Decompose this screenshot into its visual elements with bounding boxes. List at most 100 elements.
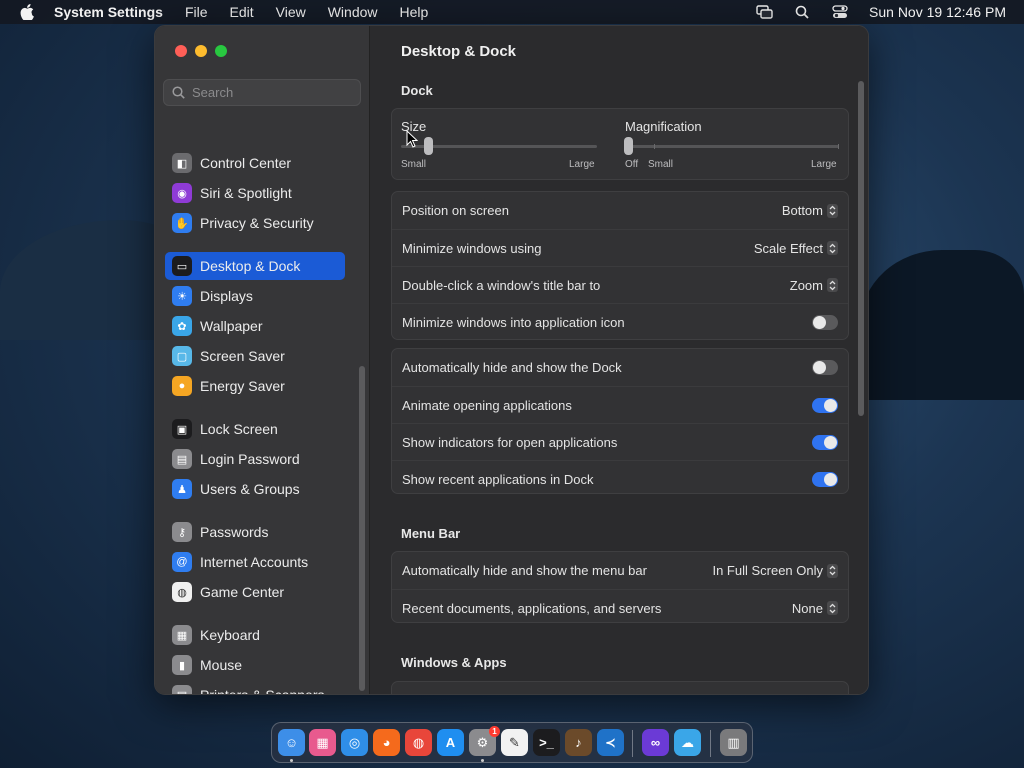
sidebar-item-label: Control Center: [200, 155, 292, 171]
screen-mirroring-icon[interactable]: [755, 4, 773, 20]
sidebar-item-keyboard[interactable]: ▦ Keyboard: [165, 621, 345, 649]
popup-value: Zoom: [789, 277, 823, 293]
sidebar-item-displays[interactable]: ☀ Displays: [165, 282, 345, 310]
magnification-tick: [654, 144, 655, 149]
chevron-up-down-icon: [827, 203, 838, 218]
setting-label: Position on screen: [402, 203, 509, 218]
setting-row: Show indicators for open applications: [392, 423, 848, 460]
sidebar-item-internet-accounts[interactable]: @ Internet Accounts: [165, 548, 345, 576]
search-input[interactable]: [192, 85, 352, 100]
sidebar-item-label: Printers & Scanners: [200, 687, 325, 695]
popup-button[interactable]: Bottom: [782, 203, 838, 218]
menu-file[interactable]: File: [185, 4, 208, 20]
chevron-up-down-icon: [827, 601, 838, 615]
sidebar-item-label: Privacy & Security: [200, 215, 314, 231]
sidebar-item-passwords[interactable]: ⚷ Passwords: [165, 518, 345, 546]
chevron-up-down-icon: [827, 563, 838, 578]
popup-button[interactable]: None: [792, 601, 838, 616]
magnification-slider-track[interactable]: [625, 145, 839, 148]
dock-app-cloudmounter-icon[interactable]: ☁: [674, 729, 701, 756]
spotlight-search-icon[interactable]: [793, 4, 811, 20]
menu-help[interactable]: Help: [400, 4, 429, 20]
magnification-off-label: Off: [625, 159, 639, 170]
dock-app-launchpad-icon[interactable]: ▦: [309, 729, 336, 756]
toggle-switch[interactable]: [812, 471, 838, 487]
setting-label: Show recent applications in Dock: [402, 471, 594, 487]
menu-window[interactable]: Window: [328, 4, 378, 20]
dock-app-textedit-icon[interactable]: ✎: [501, 729, 528, 756]
setting-row: Position on screen Bottom: [392, 192, 848, 229]
dock-app-vs-code-icon[interactable]: ≺: [597, 729, 624, 756]
popup-button[interactable]: Zoom: [790, 278, 838, 293]
dock-app-terminal-icon[interactable]: >_: [533, 729, 560, 756]
dock: ☺ ▦ ◎ ◕ ◍ A ⚙ 1 ✎ >_ ♪ ≺ ∞ ☁ ▥: [271, 722, 753, 763]
flower-icon: ✿: [172, 316, 192, 336]
toggle-switch[interactable]: [812, 434, 838, 450]
size-min-label: Small: [401, 159, 427, 170]
magnification-tick: [838, 144, 839, 149]
main-scrollbar[interactable]: [858, 81, 864, 416]
sidebar-item-label: Users & Groups: [200, 481, 300, 497]
dock-app-finder-icon[interactable]: ☺: [278, 729, 305, 756]
sidebar-item-wallpaper[interactable]: ✿ Wallpaper: [165, 312, 345, 340]
size-slider-knob[interactable]: [424, 137, 433, 155]
sidebar-item-privacy-security[interactable]: ✋ Privacy & Security: [165, 209, 345, 237]
sidebar-item-lock-screen[interactable]: ▣ Lock Screen: [165, 415, 345, 443]
popup-button[interactable]: Scale Effect: [754, 241, 838, 256]
printer-icon: ▤: [172, 685, 192, 694]
dock-app-app-store-icon[interactable]: A: [437, 729, 464, 756]
sidebar-item-label: Login Password: [200, 451, 300, 467]
menu-bar-clock[interactable]: Sun Nov 19 12:46 PM: [869, 4, 1006, 20]
dock-app-visual-studio-icon[interactable]: ∞: [642, 729, 669, 756]
dock-app-safari-icon[interactable]: ◎: [341, 729, 368, 756]
sidebar-item-control-center[interactable]: ◧ Control Center: [165, 149, 345, 177]
close-window-button[interactable]: [175, 45, 187, 57]
running-indicator: [481, 759, 484, 762]
sidebar-item-label: Keyboard: [200, 627, 260, 643]
sidebar-item-users-groups[interactable]: ♟ Users & Groups: [165, 475, 345, 503]
dock-app-trash-icon[interactable]: ▥: [720, 729, 747, 756]
sidebar-item-label: Siri & Spotlight: [200, 185, 292, 201]
popup-button[interactable]: In Full Screen Only: [712, 563, 838, 578]
sidebar-scrollbar[interactable]: [359, 366, 365, 691]
app-name-menu[interactable]: System Settings: [54, 4, 163, 20]
magnification-label: Magnification: [625, 119, 702, 134]
sidebar-item-siri-spotlight[interactable]: ◉ Siri & Spotlight: [165, 179, 345, 207]
minimize-window-button[interactable]: [195, 45, 207, 57]
sidebar-item-game-center[interactable]: ◍ Game Center: [165, 578, 345, 606]
dock-app-firefox-icon[interactable]: ◕: [373, 729, 400, 756]
dock-app-chrome-icon[interactable]: ◍: [405, 729, 432, 756]
notification-badge: 1: [489, 726, 500, 737]
sidebar-item-login-password[interactable]: ▤ Login Password: [165, 445, 345, 473]
sidebar-item-energy-saver[interactable]: ● Energy Saver: [165, 372, 345, 400]
control-center-icon: ◧: [172, 153, 192, 173]
toggle-switch[interactable]: [812, 360, 838, 375]
toggle-switch[interactable]: [812, 314, 838, 330]
setting-row: Recent documents, applications, and serv…: [392, 589, 848, 626]
popup-value: In Full Screen Only: [712, 563, 823, 578]
control-center-menu-icon[interactable]: [831, 4, 849, 20]
popup-value: None: [791, 600, 823, 616]
setting-label: Minimize windows into application icon: [402, 314, 625, 330]
toggle-switch[interactable]: [812, 397, 838, 413]
dock-app-system-settings-icon[interactable]: ⚙ 1: [469, 726, 500, 756]
apple-menu-icon[interactable]: [18, 3, 36, 21]
sidebar-item-screen-saver[interactable]: ▢ Screen Saver: [165, 342, 345, 370]
game-center-icon: ◍: [172, 582, 192, 602]
menu-bar: System Settings File Edit View Window He…: [0, 0, 1024, 24]
sidebar-item-printers-scanners[interactable]: ▤ Printers & Scanners: [165, 681, 345, 695]
menu-edit[interactable]: Edit: [230, 4, 254, 20]
sidebar-item-label: Wallpaper: [200, 318, 263, 334]
zoom-window-button[interactable]: [215, 45, 227, 57]
sidebar-item-mouse[interactable]: ▮ Mouse: [165, 651, 345, 679]
size-max-label: Large: [569, 159, 595, 170]
dock-app-instruments-icon[interactable]: ♪: [565, 729, 592, 756]
sidebar-item-desktop-dock[interactable]: ▭ Desktop & Dock: [165, 252, 345, 280]
setting-row: Animate opening applications: [392, 386, 848, 423]
dock-separator: [710, 730, 711, 757]
system-settings-window: ◧ Control Center ◉ Siri & Spotlight ✋ Privacy…: [154, 25, 869, 695]
sidebar-item-label: Lock Screen: [200, 421, 278, 437]
menu-view[interactable]: View: [276, 4, 306, 20]
chevron-up-down-icon: [827, 278, 838, 292]
magnification-slider-knob[interactable]: [624, 137, 633, 155]
